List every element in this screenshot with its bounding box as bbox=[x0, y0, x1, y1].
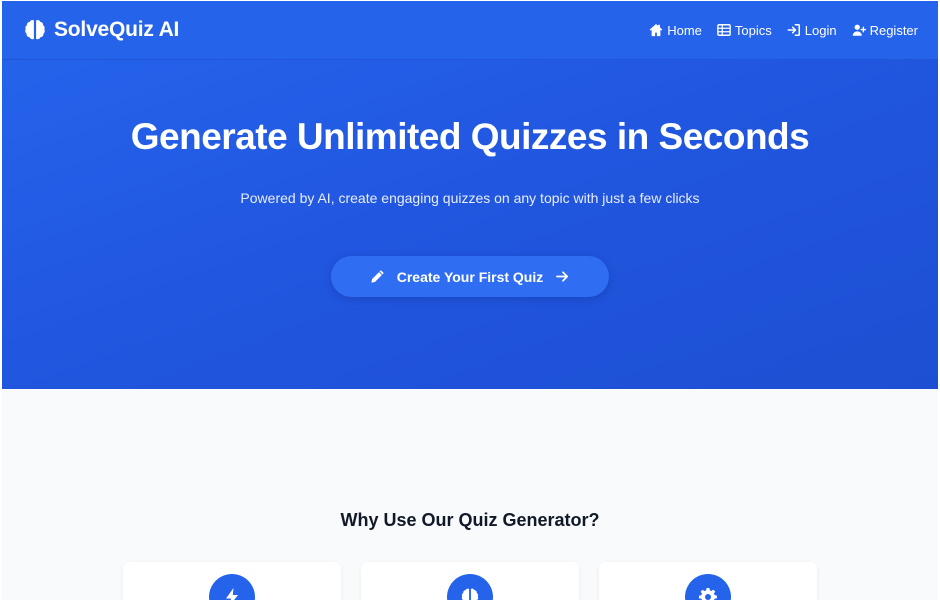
feature-card-speed bbox=[123, 562, 341, 600]
arrow-right-icon bbox=[556, 271, 569, 282]
feature-card-settings bbox=[599, 562, 817, 600]
nav-register-link[interactable]: Register bbox=[852, 23, 918, 38]
brain-icon bbox=[25, 20, 45, 40]
nav-topics-label: Topics bbox=[734, 22, 772, 38]
feature-icon-circle bbox=[685, 574, 731, 600]
nav-home-label: Home bbox=[667, 22, 702, 38]
hero-subtitle: Powered by AI, create engaging quizzes o… bbox=[240, 190, 700, 206]
feature-card-ai bbox=[361, 562, 579, 600]
user-plus-icon bbox=[852, 24, 866, 36]
feature-icon-circle bbox=[209, 574, 255, 600]
pencil-icon bbox=[371, 270, 384, 283]
main-nav: Home Topics Login Register bbox=[649, 23, 918, 38]
create-quiz-label: Create Your First Quiz bbox=[396, 268, 544, 285]
create-quiz-button[interactable]: Create Your First Quiz bbox=[331, 256, 609, 297]
brand-logo[interactable]: SolveQuiz AI bbox=[24, 18, 179, 42]
hero-section: Generate Unlimited Quizzes in Seconds Po… bbox=[2, 60, 938, 389]
gear-icon bbox=[699, 588, 717, 600]
features-title: Why Use Our Quiz Generator? bbox=[340, 510, 600, 530]
nav-login-link[interactable]: Login bbox=[787, 23, 837, 38]
login-icon bbox=[787, 24, 800, 36]
features-section: Why Use Our Quiz Generator? bbox=[2, 389, 938, 600]
home-icon bbox=[649, 24, 663, 37]
hero-title: Generate Unlimited Quizzes in Seconds bbox=[130, 116, 810, 157]
nav-register-label: Register bbox=[869, 22, 918, 38]
feature-icon-circle bbox=[447, 574, 493, 600]
table-icon bbox=[717, 24, 731, 36]
page: SolveQuiz AI Home Topics Login Register … bbox=[2, 1, 938, 600]
brand-name: SolveQuiz AI bbox=[54, 18, 180, 41]
nav-topics-link[interactable]: Topics bbox=[717, 23, 772, 38]
bolt-icon bbox=[226, 588, 238, 600]
brain-icon bbox=[461, 588, 479, 600]
nav-login-label: Login bbox=[804, 22, 837, 38]
nav-home-link[interactable]: Home bbox=[649, 23, 702, 38]
navbar: SolveQuiz AI Home Topics Login Register bbox=[2, 1, 938, 60]
